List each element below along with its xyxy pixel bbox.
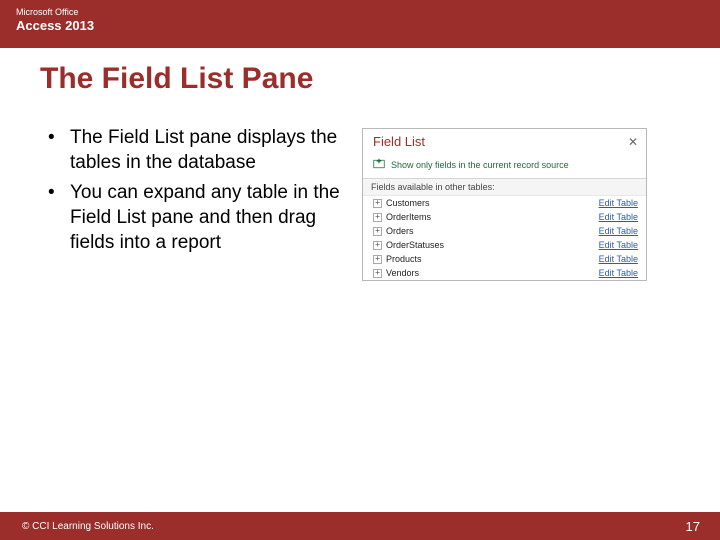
add-field-icon xyxy=(373,158,385,172)
expand-icon[interactable]: + xyxy=(373,227,382,236)
table-name: OrderItems xyxy=(386,212,431,222)
table-name: OrderStatuses xyxy=(386,240,444,250)
copyright-text: © CCI Learning Solutions Inc. xyxy=(22,521,154,532)
expand-icon[interactable]: + xyxy=(373,241,382,250)
field-list-title: Field List xyxy=(373,134,425,149)
expand-icon[interactable]: + xyxy=(373,255,382,264)
header-product: Access 2013 xyxy=(16,18,704,33)
edit-table-link[interactable]: Edit Table xyxy=(599,226,638,236)
bullet-item: The Field List pane displays the tables … xyxy=(40,126,350,175)
show-only-fields-label: Show only fields in the current record s… xyxy=(391,160,569,170)
table-row[interactable]: + Products Edit Table xyxy=(363,252,646,266)
content-row: The Field List pane displays the tables … xyxy=(0,96,720,281)
table-name: Vendors xyxy=(386,268,419,278)
bullet-item: You can expand any table in the Field Li… xyxy=(40,181,350,255)
show-only-fields-link[interactable]: Show only fields in the current record s… xyxy=(363,155,646,179)
footer-bar: © CCI Learning Solutions Inc. 17 xyxy=(0,512,720,540)
bullet-list: The Field List pane displays the tables … xyxy=(40,126,350,281)
expand-icon[interactable]: + xyxy=(373,199,382,208)
close-icon[interactable]: ✕ xyxy=(628,135,638,149)
slide-title: The Field List Pane xyxy=(0,48,720,96)
edit-table-link[interactable]: Edit Table xyxy=(599,254,638,264)
edit-table-link[interactable]: Edit Table xyxy=(599,240,638,250)
header-bar: Microsoft Office Access 2013 xyxy=(0,0,720,48)
expand-icon[interactable]: + xyxy=(373,213,382,222)
edit-table-link[interactable]: Edit Table xyxy=(599,212,638,222)
table-row[interactable]: + Vendors Edit Table xyxy=(363,266,646,280)
edit-table-link[interactable]: Edit Table xyxy=(599,268,638,278)
header-suite: Microsoft Office xyxy=(16,7,704,17)
table-row[interactable]: + Orders Edit Table xyxy=(363,224,646,238)
expand-icon[interactable]: + xyxy=(373,269,382,278)
page-number: 17 xyxy=(686,519,700,534)
table-row[interactable]: + OrderItems Edit Table xyxy=(363,210,646,224)
table-name: Products xyxy=(386,254,422,264)
table-name: Customers xyxy=(386,198,430,208)
field-list-pane: Field List ✕ Show only fields in the cur… xyxy=(362,128,647,281)
slide: Microsoft Office Access 2013 The Field L… xyxy=(0,0,720,540)
field-list-section-label: Fields available in other tables: xyxy=(363,179,646,196)
field-list-header: Field List ✕ xyxy=(363,129,646,155)
table-row[interactable]: + Customers Edit Table xyxy=(363,196,646,210)
table-name: Orders xyxy=(386,226,414,236)
table-row[interactable]: + OrderStatuses Edit Table xyxy=(363,238,646,252)
edit-table-link[interactable]: Edit Table xyxy=(599,198,638,208)
